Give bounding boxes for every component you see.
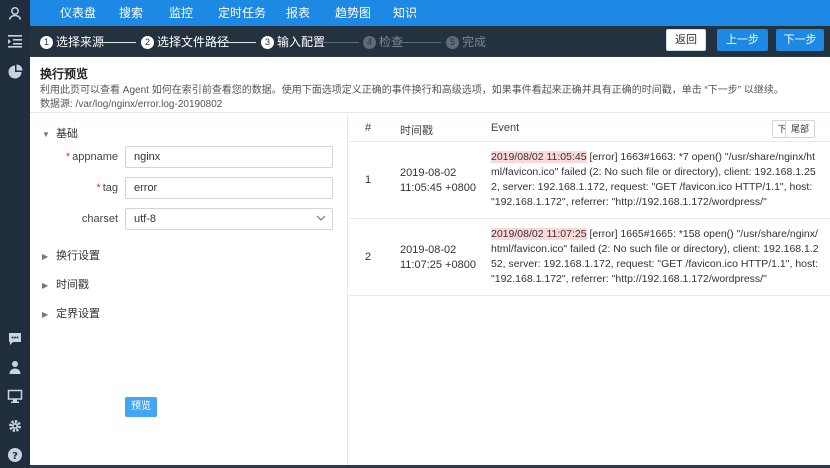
column-header-number: # bbox=[365, 122, 372, 134]
nav-item-monitor[interactable]: 监控 bbox=[169, 0, 193, 26]
previous-step-button[interactable]: 上一步 bbox=[717, 29, 768, 51]
watermark: @51CTO博客 bbox=[749, 449, 824, 463]
config-panel: ▼ 基础 * appname nginx * tag error charset ut… bbox=[30, 114, 348, 465]
chevron-right-icon: ▶ bbox=[42, 281, 49, 290]
menu-indent-icon[interactable] bbox=[7, 33, 23, 49]
nav-item-knowledge[interactable]: 知识 bbox=[393, 0, 417, 26]
monitor-icon[interactable] bbox=[7, 388, 23, 404]
step-connector bbox=[321, 42, 359, 43]
charset-selected-value: utf-8 bbox=[134, 213, 157, 225]
tag-label: * tag bbox=[96, 182, 118, 194]
step-number: 4 bbox=[363, 36, 376, 49]
step-number: 2 bbox=[141, 36, 154, 49]
section-label: 时间戳 bbox=[56, 279, 89, 291]
page-title: 换行预览 bbox=[40, 67, 89, 81]
event-preview-table: # 时间戳 Event 下一页 尾部 1 2019-08-02 11:05:45… bbox=[349, 114, 830, 465]
top-navigation: 仪表盘 搜索 监控 定时任务 报表 趋势图 知识 bbox=[30, 0, 830, 26]
step-label: 完成 bbox=[462, 35, 487, 49]
table-header: # 时间戳 Event 下一页 尾部 bbox=[349, 114, 830, 142]
step-connector bbox=[399, 42, 441, 43]
section-timestamp[interactable]: ▶ 时间戳 bbox=[42, 276, 89, 292]
step-input-config: 3 输入配置 bbox=[261, 34, 325, 50]
user-circle-icon[interactable] bbox=[7, 5, 23, 21]
gear-icon[interactable] bbox=[7, 418, 23, 434]
charset-label: charset bbox=[81, 213, 118, 225]
chevron-down-icon bbox=[315, 211, 327, 225]
section-label: 换行设置 bbox=[56, 250, 100, 262]
row-timestamp: 2019-08-02 11:05:45 +0800 bbox=[400, 167, 476, 194]
required-mark: * bbox=[65, 151, 71, 163]
table-row: 2 2019-08-02 11:07:25 +0800 2019/08/02 1… bbox=[349, 219, 830, 296]
data-source-path: 数据源: /var/log/nginx/error.log-20190802 bbox=[40, 99, 223, 110]
row-number: 2 bbox=[365, 251, 372, 263]
step-number: 5 bbox=[446, 36, 459, 49]
svg-text:?: ? bbox=[12, 451, 18, 462]
chevron-down-icon: ▼ bbox=[42, 130, 50, 139]
step-connector bbox=[98, 42, 136, 43]
section-basic[interactable]: ▼ 基础 bbox=[42, 125, 78, 141]
person-icon[interactable] bbox=[7, 359, 23, 375]
section-line-break[interactable]: ▶ 换行设置 bbox=[42, 247, 100, 263]
pie-chart-icon[interactable] bbox=[7, 64, 23, 80]
tag-input[interactable]: error bbox=[125, 177, 333, 199]
left-icon-rail: ? bbox=[0, 0, 30, 468]
step-label: 输入配置 bbox=[277, 35, 326, 49]
nav-item-trends[interactable]: 趋势图 bbox=[335, 0, 371, 26]
nav-item-dashboard[interactable]: 仪表盘 bbox=[60, 0, 96, 26]
appname-label: * appname bbox=[65, 151, 118, 163]
step-select-source: 1 选择来源 bbox=[40, 34, 104, 50]
last-page-button[interactable]: 尾部 bbox=[785, 120, 815, 138]
charset-select[interactable]: utf-8 bbox=[125, 208, 333, 230]
required-mark: * bbox=[96, 182, 101, 194]
chat-icon[interactable] bbox=[7, 331, 23, 347]
step-finish: 5 完成 bbox=[446, 34, 486, 50]
step-check: 4 检查 bbox=[363, 34, 403, 50]
page-description: 利用此页可以查看 Agent 如何在索引前查看您的数据。使用下面选项定义正确的事… bbox=[40, 85, 784, 96]
appname-input[interactable]: nginx bbox=[125, 146, 333, 168]
nav-item-reports[interactable]: 报表 bbox=[286, 0, 310, 26]
preview-intro: 换行预览 利用此页可以查看 Agent 如何在索引前查看您的数据。使用下面选项定… bbox=[30, 57, 830, 113]
step-label: 选择来源 bbox=[56, 35, 105, 49]
row-timestamp: 2019-08-02 11:07:25 +0800 bbox=[400, 244, 476, 271]
section-label: 基础 bbox=[56, 128, 78, 140]
line-break-preview-card: 换行预览 利用此页可以查看 Agent 如何在索引前查看您的数据。使用下面选项定… bbox=[30, 57, 830, 465]
step-number: 1 bbox=[40, 36, 53, 49]
step-connector bbox=[214, 42, 256, 43]
chevron-right-icon: ▶ bbox=[42, 310, 49, 319]
help-icon[interactable]: ? bbox=[7, 447, 23, 463]
nav-item-search[interactable]: 搜索 bbox=[119, 0, 143, 26]
section-label: 定界设置 bbox=[56, 308, 100, 320]
table-row: 1 2019-08-02 11:05:45 +0800 2019/08/02 1… bbox=[349, 142, 830, 219]
event-timestamp-highlight: 2019/08/02 11:05:45 bbox=[491, 151, 587, 163]
preview-button[interactable]: 预览 bbox=[125, 397, 157, 417]
row-number: 1 bbox=[365, 174, 372, 186]
column-header-event: Event bbox=[491, 122, 520, 134]
wizard-step-bar: 1 选择来源 2 选择文件路径 3 输入配置 4 检查 5 完成 返回 上一步 下一步 bbox=[30, 26, 830, 56]
event-timestamp-highlight: 2019/08/02 11:07:25 bbox=[491, 228, 587, 240]
section-boundary[interactable]: ▶ 定界设置 bbox=[42, 305, 100, 321]
back-button[interactable]: 返回 bbox=[666, 29, 706, 51]
column-header-timestamp: 时间戳 bbox=[400, 125, 433, 137]
next-step-button[interactable]: 下一步 bbox=[776, 29, 824, 51]
row-event-text: 2019/08/02 11:07:25 [error] 1665#1665: *… bbox=[491, 228, 819, 285]
chevron-right-icon: ▶ bbox=[42, 252, 49, 261]
nav-item-scheduled-tasks[interactable]: 定时任务 bbox=[218, 0, 266, 26]
row-event-text: 2019/08/02 11:05:45 [error] 1663#1663: *… bbox=[491, 151, 816, 208]
step-number: 3 bbox=[261, 36, 274, 49]
